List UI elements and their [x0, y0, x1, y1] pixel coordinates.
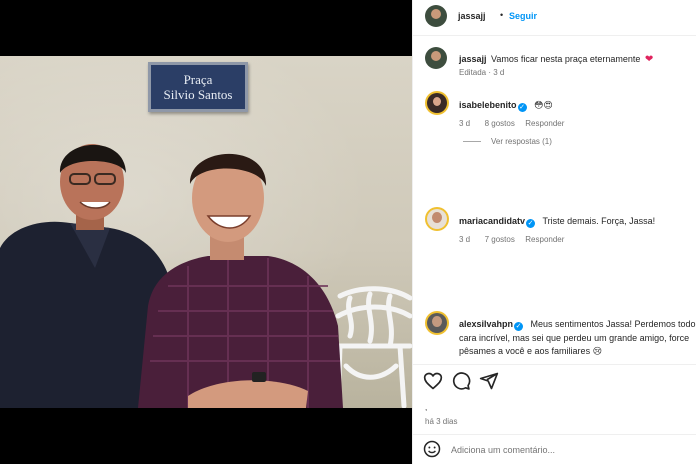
- comment-bubble-icon[interactable]: [451, 371, 471, 391]
- plaque-line-2: Silvio Santos: [163, 87, 233, 102]
- commenter-avatar[interactable]: [425, 207, 449, 231]
- verified-badge-icon: ✓: [517, 103, 527, 112]
- comment-username[interactable]: mariacandidatv: [459, 216, 525, 226]
- post-date: há 3 dias: [425, 417, 458, 426]
- post-header: jassajj • Seguir: [413, 0, 696, 36]
- paper-plane-icon[interactable]: [479, 371, 499, 391]
- author-avatar[interactable]: [425, 5, 447, 27]
- comment-text-line-1: Meus sentimentos Jassa! Perdemos todos u…: [530, 319, 696, 329]
- likes-separator: ,: [425, 403, 428, 412]
- comment-likes[interactable]: 7 gostos: [485, 235, 515, 244]
- comment-username[interactable]: isabelebenito: [459, 100, 517, 110]
- comment-text: Triste demais. Força, Jassa!: [542, 216, 656, 226]
- header-separator: •: [500, 10, 504, 20]
- heart-outline-icon[interactable]: [423, 371, 443, 391]
- smiley-icon[interactable]: [423, 440, 441, 458]
- add-comment-bar: [413, 434, 696, 464]
- author-username[interactable]: jassajj: [458, 11, 486, 21]
- view-replies-button[interactable]: Ver respostas (1): [491, 137, 552, 146]
- follow-button[interactable]: Seguir: [509, 11, 537, 21]
- view-replies-line: [463, 141, 481, 142]
- person-right: [128, 136, 348, 408]
- reply-button[interactable]: Responder: [525, 235, 564, 244]
- comments-list[interactable]: jassajj Vamos ficar nesta praça etername…: [413, 37, 696, 363]
- caption-avatar[interactable]: [425, 47, 447, 69]
- street-sign-plaque: Praça Silvio Santos: [148, 62, 248, 112]
- comment-text-line-2: cara incrível, mas sei que perdeu um gra…: [459, 333, 690, 343]
- caption-text: Vamos ficar nesta praça eternamente: [490, 54, 641, 64]
- verified-badge-icon: ✓: [526, 219, 536, 228]
- comment-likes[interactable]: 8 gostos: [485, 119, 515, 128]
- comments-panel: jassajj • Seguir jassajj Vamos ficar nes…: [412, 0, 696, 464]
- post-actions: , há 3 dias: [413, 364, 696, 434]
- comment-username[interactable]: alexsilvahpn: [459, 319, 513, 329]
- commenter-avatar[interactable]: [425, 311, 449, 335]
- comment-time: 3 d: [459, 119, 471, 128]
- plaque-line-1: Praça: [183, 72, 213, 87]
- caption-meta: Editada · 3 d: [459, 68, 505, 77]
- red-heart-emoji: ❤: [644, 54, 654, 65]
- caption-username[interactable]: jassajj: [459, 54, 487, 64]
- comment-text: 😳😍: [533, 100, 553, 110]
- commenter-avatar[interactable]: [425, 91, 449, 115]
- post-media[interactable]: Praça Silvio Santos: [0, 0, 412, 464]
- verified-badge-icon: ✓: [514, 322, 524, 331]
- post-photo: Praça Silvio Santos: [0, 56, 412, 408]
- reply-button[interactable]: Responder: [525, 119, 564, 128]
- comment-text-line-3: pêsames a você e aos familiares 😢: [459, 346, 602, 356]
- comment-input[interactable]: [451, 442, 687, 458]
- comment-time: 3 d: [459, 235, 471, 244]
